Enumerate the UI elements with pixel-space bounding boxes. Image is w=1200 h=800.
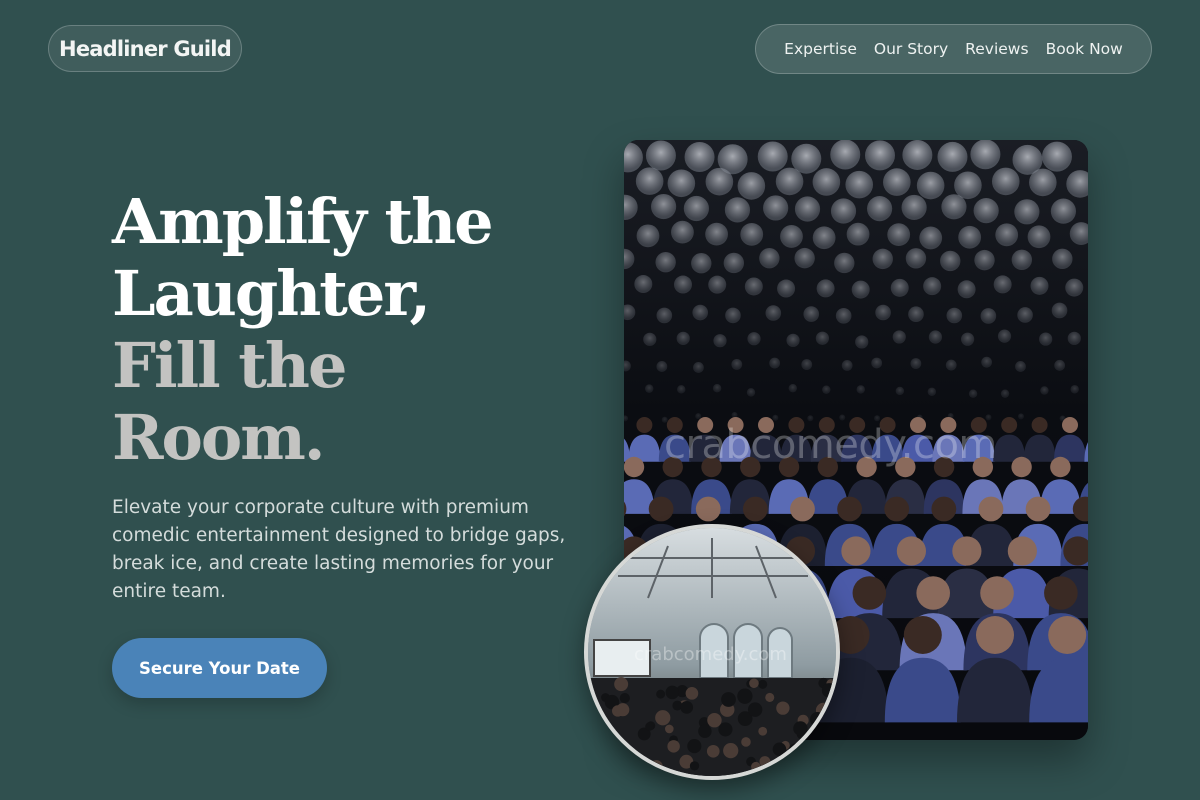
headline-line-3: Fill the xyxy=(112,329,347,402)
event-hall-photo-art xyxy=(588,528,836,776)
hero-headline: Amplify the Laughter, Fill the Room. xyxy=(112,185,494,474)
event-hall-photo: crabcomedy.com xyxy=(584,524,840,780)
secure-date-button[interactable]: Secure Your Date xyxy=(112,638,327,698)
nav-link-our-story[interactable]: Our Story xyxy=(874,40,948,58)
nav-link-expertise[interactable]: Expertise xyxy=(784,40,857,58)
main-nav: Expertise Our Story Reviews Book Now xyxy=(755,24,1152,74)
nav-link-book-now[interactable]: Book Now xyxy=(1046,40,1123,58)
headline-line-2: Laughter, xyxy=(112,257,431,330)
headline-line-4: Room. xyxy=(112,401,325,474)
nav-link-reviews[interactable]: Reviews xyxy=(965,40,1028,58)
hero-subtitle: Elevate your corporate culture with prem… xyxy=(112,497,566,602)
headline-line-1: Amplify the xyxy=(112,185,494,258)
brand-logo[interactable]: Headliner Guild xyxy=(48,25,242,72)
